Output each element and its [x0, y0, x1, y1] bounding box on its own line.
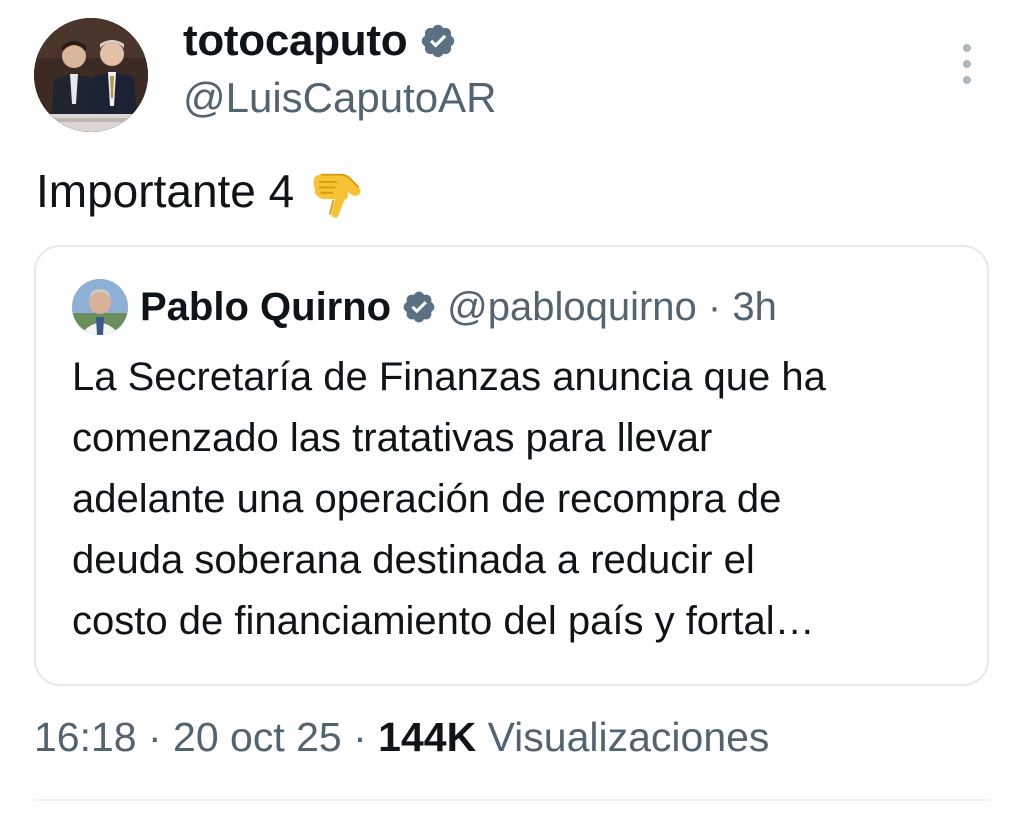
quoted-display-name[interactable]: Pablo Quirno — [140, 285, 391, 330]
more-options-button[interactable] — [950, 40, 984, 88]
quoted-handle-time: @pabloquirno · 3h — [447, 284, 777, 329]
backhand-index-pointing-down-icon — [308, 162, 366, 220]
quoted-text-line: comenzado las tratativas para llevar — [72, 416, 713, 460]
tweet-text-content: Importante 4 — [36, 165, 295, 217]
quoted-text-line: deuda soberana destinada a reducir el — [72, 538, 755, 582]
quoted-text-line: La Secretaría de Finanzas anuncia que ha — [72, 355, 826, 399]
tweet: totocaputo @LuisCaputoAR Importante 4 Pa… — [0, 0, 1024, 821]
quoted-author-avatar[interactable] — [72, 279, 128, 335]
verified-badge-icon — [419, 22, 457, 60]
author-avatar[interactable] — [34, 18, 148, 132]
views-label: Visualizaciones — [476, 714, 770, 760]
tweet-timestamp[interactable]: 16:18 · 20 oct 25 · — [34, 714, 378, 760]
author-handle[interactable]: @LuisCaputoAR — [183, 74, 496, 122]
divider — [34, 799, 990, 801]
author-name-row: totocaputo — [183, 16, 457, 66]
more-dot-icon — [963, 76, 971, 84]
quoted-tweet-card[interactable]: Pablo Quirno @pabloquirno · 3h La Secret… — [34, 245, 989, 686]
quoted-text-line: costo de financiamiento del país y forta… — [72, 599, 815, 643]
tweet-meta: 16:18 · 20 oct 25 · 144K Visualizaciones — [34, 714, 769, 761]
tweet-text: Importante 4 — [36, 162, 366, 220]
quoted-text-line: adelante una operación de recompra de — [72, 477, 782, 521]
quoted-header: Pablo Quirno @pabloquirno · 3h — [140, 279, 777, 335]
verified-badge-icon — [401, 289, 437, 325]
views-count: 144K — [378, 714, 477, 760]
author-display-name[interactable]: totocaputo — [183, 16, 408, 66]
more-dot-icon — [963, 60, 971, 68]
quoted-tweet-text: La Secretaría de Finanzas anuncia que ha… — [72, 347, 972, 652]
more-dot-icon — [963, 44, 971, 52]
